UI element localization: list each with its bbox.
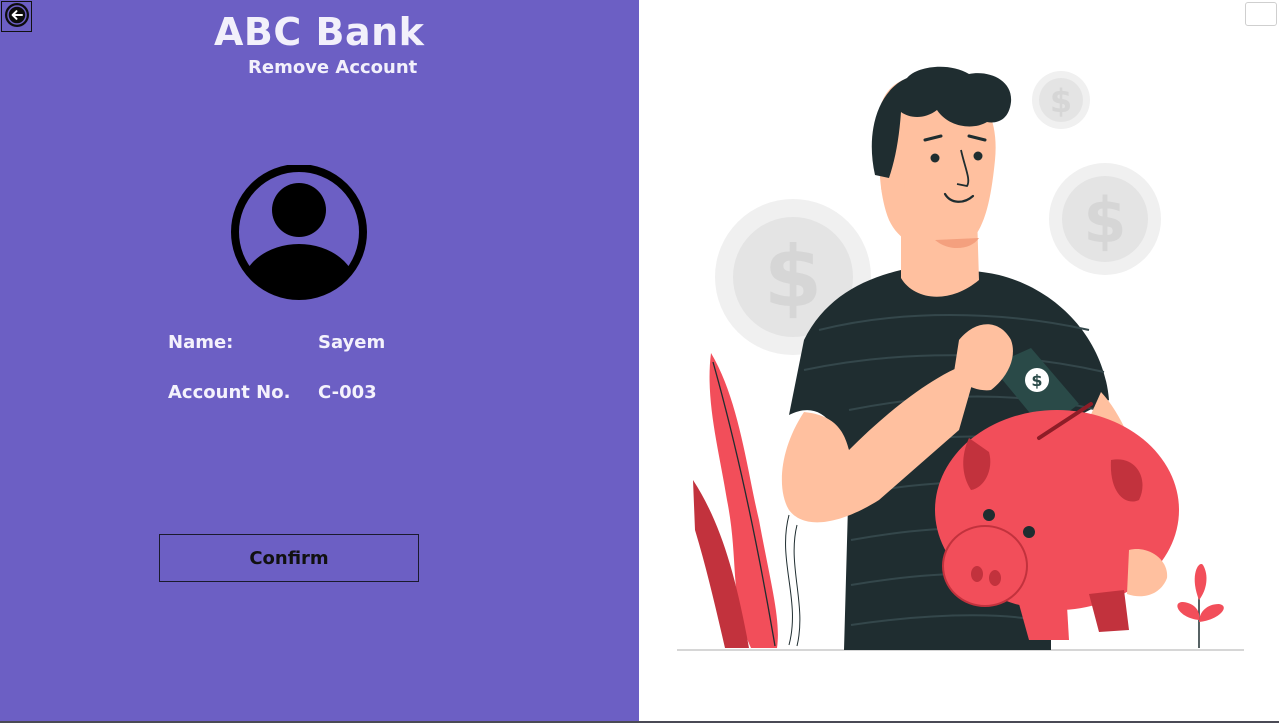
piggy-bank-illustration: $ $ $ $ <box>639 0 1279 721</box>
account-number-label: Account No. <box>168 382 291 403</box>
svg-text:$: $ <box>764 228 822 326</box>
page-subtitle: Remove Account <box>248 57 418 78</box>
account-number-value: C-003 <box>318 382 377 403</box>
left-panel <box>0 0 639 721</box>
svg-text:$: $ <box>1083 184 1126 257</box>
user-avatar-icon <box>229 164 369 300</box>
arrow-left-circle-icon <box>4 2 30 32</box>
app-title: ABC Bank <box>214 10 425 54</box>
name-label: Name: <box>168 332 234 353</box>
name-value: Sayem <box>318 332 386 353</box>
svg-text:$: $ <box>1031 371 1042 390</box>
back-button[interactable] <box>1 1 32 32</box>
confirm-button[interactable]: Confirm <box>159 534 419 582</box>
svg-text:$: $ <box>1050 82 1072 120</box>
